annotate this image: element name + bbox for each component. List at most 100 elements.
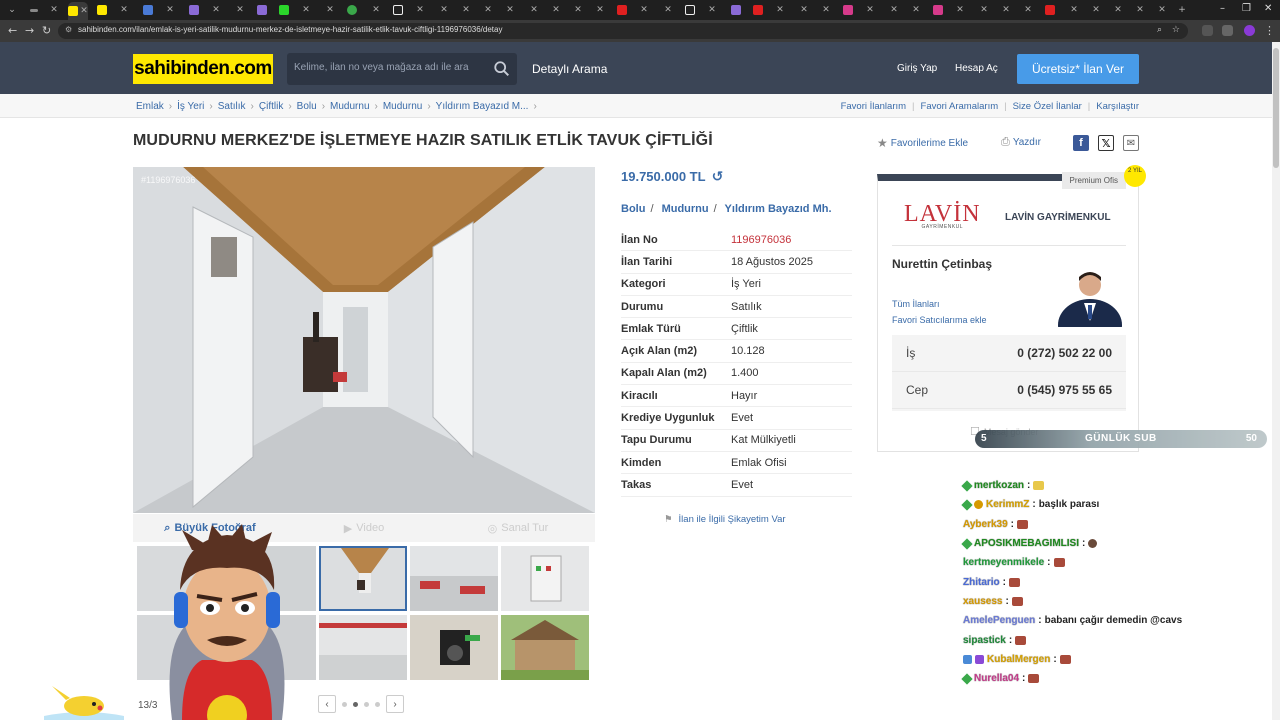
location-city[interactable]: Bolu: [621, 203, 645, 215]
menu-icon[interactable]: ⋮: [1264, 24, 1275, 37]
minimize-icon[interactable]: –: [1220, 3, 1225, 14]
print-button[interactable]: ⎙ Yazdır: [1001, 136, 1041, 149]
post-ad-button[interactable]: Ücretsiz* İlan Ver: [1017, 54, 1139, 84]
breadcrumb-item[interactable]: Emlak: [136, 101, 164, 112]
mail-share-icon[interactable]: ✉: [1123, 135, 1139, 151]
search-input[interactable]: Kelime, ilan no veya mağaza adı ile ara: [287, 53, 517, 85]
photo-thumbnail[interactable]: [410, 615, 498, 680]
personal-listings-link[interactable]: Size Özel İlanlar: [1013, 101, 1082, 112]
browser-tab[interactable]: [92, 2, 112, 18]
browser-tab[interactable]: ✕: [546, 2, 566, 18]
breadcrumb-item[interactable]: Çiftlik: [259, 101, 283, 112]
page-scrollbar[interactable]: [1272, 42, 1280, 720]
facebook-share-icon[interactable]: f: [1073, 135, 1089, 151]
scrollbar-thumb[interactable]: [1273, 48, 1279, 168]
tab-video[interactable]: ▶ Video: [287, 514, 441, 542]
browser-tab[interactable]: ✕: [524, 2, 544, 18]
browser-tab[interactable]: ✕: [1130, 2, 1150, 18]
browser-tab[interactable]: ✕: [366, 2, 386, 18]
browser-tab[interactable]: ✕: [770, 2, 790, 18]
location-neighborhood[interactable]: Yıldırım Bayazıd Mh.: [725, 203, 832, 215]
location-district[interactable]: Mudurnu: [662, 203, 709, 215]
browser-tab[interactable]: ✕: [950, 2, 970, 18]
firm-name[interactable]: LAVİN GAYRİMENKUL: [1005, 212, 1111, 223]
prev-photo-button[interactable]: ‹: [318, 695, 336, 713]
browser-tab[interactable]: [252, 2, 272, 18]
next-photo-button[interactable]: ›: [386, 695, 404, 713]
browser-tab[interactable]: ✕: [974, 2, 994, 18]
firm-logo[interactable]: LAVİN GAYRİMENKUL: [904, 201, 981, 230]
sidepanel-icon[interactable]: [1222, 25, 1233, 36]
browser-tab[interactable]: ✕: [884, 2, 904, 18]
breadcrumb-item[interactable]: Satılık: [218, 101, 246, 112]
browser-tab[interactable]: ✕: [860, 2, 880, 18]
breadcrumb-item[interactable]: Mudurnu: [330, 101, 369, 112]
breadcrumb-item[interactable]: Bolu: [297, 101, 317, 112]
add-favorite-seller-link[interactable]: Favori Satıcılarıma ekle: [892, 315, 987, 325]
browser-tab[interactable]: ✕: [1108, 2, 1128, 18]
browser-tab[interactable]: [726, 2, 746, 18]
back-icon[interactable]: ←: [8, 24, 17, 37]
favorite-searches-link[interactable]: Favori Aramalarım: [921, 101, 999, 112]
browser-tab[interactable]: ✕: [590, 2, 610, 18]
browser-tab[interactable]: ✕: [1018, 2, 1038, 18]
all-ads-link[interactable]: Tüm İlanları: [892, 299, 940, 309]
complaint-link[interactable]: ⚑ İlan ile İlgili Şikayetim Var: [664, 514, 786, 525]
breadcrumb-item[interactable]: Mudurnu: [383, 101, 422, 112]
browser-tab[interactable]: [612, 2, 632, 18]
browser-tab[interactable]: ✕: [230, 2, 250, 18]
login-link[interactable]: Giriş Yap: [897, 63, 937, 74]
breadcrumb-item[interactable]: İş Yeri: [177, 101, 204, 112]
photo-thumbnail[interactable]: [410, 546, 498, 611]
phone-row-mobile[interactable]: Cep 0 (545) 975 55 65: [892, 372, 1126, 409]
tab-search-icon[interactable]: ⌄: [2, 2, 22, 18]
browser-tab[interactable]: [24, 2, 44, 18]
forward-icon[interactable]: →: [25, 24, 34, 37]
browser-tab[interactable]: ✕: [320, 2, 340, 18]
site-logo[interactable]: sahibinden.com: [133, 54, 273, 84]
browser-tab[interactable]: [342, 2, 362, 18]
search-icon[interactable]: [493, 60, 511, 78]
price-history-icon[interactable]: ↺: [712, 168, 724, 185]
browser-tab[interactable]: [748, 2, 768, 18]
browser-tab[interactable]: ✕: [996, 2, 1016, 18]
pager-dot[interactable]: [375, 701, 380, 707]
restore-icon[interactable]: ❐: [1242, 3, 1251, 14]
advanced-search-link[interactable]: Detaylı Arama: [532, 62, 607, 76]
pager-dot[interactable]: [342, 701, 347, 707]
browser-tab[interactable]: ✕: [658, 2, 678, 18]
profile-avatar[interactable]: [1244, 25, 1255, 36]
compare-link[interactable]: Karşılaştır: [1096, 101, 1139, 112]
pager-dot[interactable]: [364, 701, 369, 707]
browser-tab[interactable]: ✕: [568, 2, 588, 18]
new-tab-icon[interactable]: +: [1172, 2, 1192, 18]
browser-tab[interactable]: [274, 2, 294, 18]
browser-tab[interactable]: ✕: [500, 2, 520, 18]
register-link[interactable]: Hesap Aç: [955, 63, 998, 74]
browser-tab[interactable]: [388, 2, 408, 18]
browser-tab[interactable]: ✕: [634, 2, 654, 18]
browser-tab[interactable]: ✕: [1064, 2, 1084, 18]
url-field[interactable]: ⚙ sahibinden.com/ilan/emlak-is-yeri-sati…: [58, 23, 1188, 39]
browser-tab[interactable]: ✕: [794, 2, 814, 18]
add-favorite-button[interactable]: ★ Favorilerime Ekle: [877, 136, 968, 150]
site-info-icon[interactable]: ⚙: [65, 25, 72, 34]
x-share-icon[interactable]: 𝕏: [1098, 135, 1114, 151]
breadcrumb-item[interactable]: Yıldırım Bayazıd M...: [436, 101, 529, 112]
browser-tab[interactable]: ✕: [1152, 2, 1172, 18]
photo-thumbnail-selected[interactable]: [319, 546, 407, 611]
browser-tab[interactable]: ✕: [456, 2, 476, 18]
browser-tab[interactable]: [184, 2, 204, 18]
photo-thumbnail[interactable]: [501, 615, 589, 680]
pager-dot-active[interactable]: [353, 701, 358, 707]
browser-tab[interactable]: ✕: [296, 2, 316, 18]
browser-tab[interactable]: ✕: [702, 2, 722, 18]
bookmark-star-icon[interactable]: ☆: [1172, 24, 1180, 35]
browser-tab[interactable]: ✕: [478, 2, 498, 18]
browser-tab[interactable]: [680, 2, 700, 18]
browser-tab[interactable]: [1040, 2, 1060, 18]
browser-tab[interactable]: ✕: [160, 2, 180, 18]
main-photo[interactable]: #1196976036: [133, 167, 595, 513]
browser-tab[interactable]: [928, 2, 948, 18]
extension-icon[interactable]: [1202, 25, 1213, 36]
